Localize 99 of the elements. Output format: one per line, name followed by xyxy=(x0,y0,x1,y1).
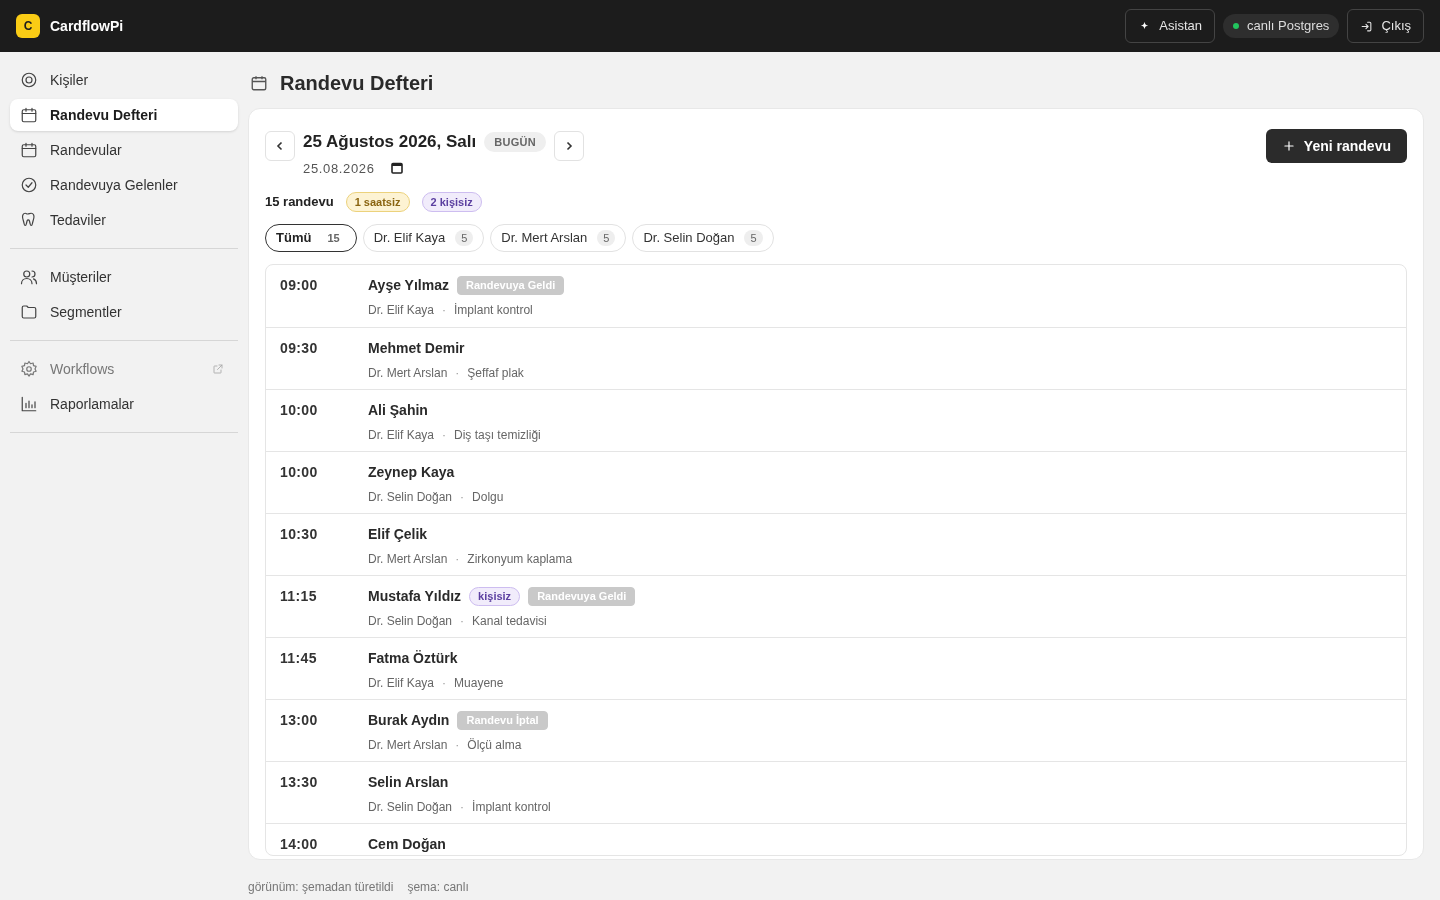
treatment-name: İmplant kontrol xyxy=(454,302,533,319)
sidebar-item[interactable]: Müşteriler xyxy=(10,261,238,293)
appointment-time: 11:15 xyxy=(280,587,318,606)
treatment-name: İmplant kontrol xyxy=(472,799,551,816)
patient-name: Ayşe Yılmaz xyxy=(368,276,449,295)
separator-dot: · xyxy=(442,675,447,692)
folder-icon xyxy=(20,303,38,321)
footer-note: şema: canlı xyxy=(407,879,469,896)
separator-dot: · xyxy=(442,427,447,444)
appointment-row[interactable]: 11:45 Fatma Öztürk Dr. Elif Kaya · Muayene xyxy=(266,637,1406,699)
date-title: 25 Ağustos 2026, Salı xyxy=(303,131,477,153)
doctor-name: Dr. Mert Arslan xyxy=(368,737,448,754)
treatment-name: Ölçü alma xyxy=(467,737,522,754)
treatment-name: Dolgu xyxy=(472,489,504,506)
treatment-name: Zirkonyum kaplama xyxy=(467,551,573,568)
sidebar-item[interactable]: Randevuya Gelenler xyxy=(10,169,238,201)
appointment-time: 13:00 xyxy=(280,711,319,730)
bar-chart-icon xyxy=(20,395,38,413)
doctor-name: Dr. Selin Doğan xyxy=(368,613,453,630)
patient-name: Mehmet Demir xyxy=(368,339,465,358)
treatment-name: Şeffaf plak xyxy=(467,365,524,382)
today-badge: BUGÜN xyxy=(484,131,546,152)
doctor-name: Dr. Elif Kaya xyxy=(368,302,435,319)
previous-day-button[interactable] xyxy=(265,131,295,161)
sidebar-item[interactable]: Kişiler xyxy=(10,64,238,96)
new-appointment-button[interactable]: Yeni randevu xyxy=(1265,129,1407,163)
appointment-time: 09:30 xyxy=(280,339,319,358)
appointment-row[interactable]: 10:00 Zeynep Kaya Dr. Selin Doğan · Dolgu xyxy=(266,451,1406,513)
external-link-icon xyxy=(212,363,224,375)
sidebar-item[interactable]: Randevu Defteri xyxy=(10,99,238,131)
patient-name: Cem Doğan xyxy=(368,835,446,854)
check-circle-icon xyxy=(20,176,38,194)
patient-name: Burak Aydın xyxy=(368,711,450,730)
logo-icon: C xyxy=(16,14,40,38)
target-icon xyxy=(20,71,38,89)
summary-badge: 2 kişisiz xyxy=(421,192,482,212)
separator-dot: · xyxy=(455,365,460,382)
appointment-row[interactable]: 10:00 Ali Şahin Dr. Elif Kaya · Diş taşı temizliği xyxy=(266,389,1406,451)
logout-button[interactable]: Çıkış xyxy=(1347,9,1424,43)
separator-dot: · xyxy=(442,302,447,319)
calendar-icon xyxy=(20,106,38,124)
sidebar-item[interactable]: Randevular xyxy=(10,134,238,166)
appointment-row[interactable]: 14:00 Cem Doğan xyxy=(266,823,1406,855)
appointment-time: 10:30 xyxy=(280,525,319,544)
next-day-button[interactable] xyxy=(553,131,584,161)
appointment-time: 13:30 xyxy=(280,773,319,792)
users-icon xyxy=(20,268,38,286)
logout-icon xyxy=(1360,19,1374,33)
doctor-name: Dr. Selin Doğan xyxy=(368,489,453,506)
appointment-time: 10:00 xyxy=(280,463,319,482)
app-name: CardflowPi xyxy=(50,16,124,36)
sidebar-item[interactable]: Workflows xyxy=(10,353,238,385)
page-title: Randevu Defteri xyxy=(280,71,434,96)
filter-count: 5 xyxy=(597,229,616,247)
doctor-name: Dr. Elif Kaya xyxy=(368,427,435,444)
sidebar-item[interactable]: Raporlamalar xyxy=(10,388,238,420)
appointment-time: 09:00 xyxy=(280,276,319,295)
appointment-row[interactable]: 10:30 Elif Çelik Dr. Mert Arslan · Zirkonyum kaplama xyxy=(266,513,1406,575)
summary-badge: 1 saatsiz xyxy=(345,192,410,212)
date-field[interactable]: 25.08.2026 xyxy=(303,158,375,178)
calendar-icon xyxy=(250,74,268,92)
appointment-time: 14:00 xyxy=(280,835,319,854)
patient-name: Selin Arslan xyxy=(368,773,449,792)
assistant-button[interactable]: Asistan xyxy=(1125,9,1215,43)
calendar-icon xyxy=(20,141,38,159)
patient-name: Mustafa Yıldız xyxy=(368,587,462,606)
footer-note: görünüm: şemadan türetildi xyxy=(248,879,394,896)
appointment-time: 10:00 xyxy=(280,401,319,420)
settings-icon xyxy=(20,360,38,378)
filter-count: 15 xyxy=(326,230,341,246)
calendar-icon[interactable] xyxy=(390,162,403,175)
sidebar-item[interactable]: Tedaviler xyxy=(10,204,238,236)
separator-dot: · xyxy=(455,737,460,754)
patient-name: Fatma Öztürk xyxy=(368,649,458,668)
doctor-name: Dr. Elif Kaya xyxy=(368,675,435,692)
treatment-name: Diş taşı temizliği xyxy=(454,427,541,444)
doctor-name: Dr. Selin Doğan xyxy=(368,799,453,816)
appointment-row[interactable]: 13:30 Selin Arslan Dr. Selin Doğan · İmplant kontrol xyxy=(266,761,1406,823)
tag: kişisiz xyxy=(469,587,521,606)
separator-dot: · xyxy=(460,489,465,506)
tooth-icon xyxy=(20,211,38,229)
patient-name: Elif Çelik xyxy=(368,525,428,544)
filter-count: 5 xyxy=(744,229,763,247)
patient-name: Ali Şahin xyxy=(368,401,428,420)
plus-icon xyxy=(1281,139,1296,153)
patient-name: Zeynep Kaya xyxy=(368,463,455,482)
treatment-name: Kanal tedavisi xyxy=(472,613,547,630)
appointment-count: 15 randevu xyxy=(265,193,334,212)
appointment-row[interactable]: 09:30 Mehmet Demir Dr. Mert Arslan · Şeffaf plak xyxy=(266,327,1406,389)
doctor-name: Dr. Mert Arslan xyxy=(368,551,448,568)
doctor-name: Dr. Mert Arslan xyxy=(368,365,448,382)
separator-dot: · xyxy=(460,613,465,630)
separator-dot: · xyxy=(455,551,460,568)
connection-status: canlı Postgres xyxy=(1247,17,1330,36)
filter-count: 5 xyxy=(455,229,474,247)
sidebar-item[interactable]: Segmentler xyxy=(10,296,238,328)
separator-dot: · xyxy=(460,799,465,816)
appointment-time: 11:45 xyxy=(280,649,318,668)
treatment-name: Muayene xyxy=(454,675,504,692)
